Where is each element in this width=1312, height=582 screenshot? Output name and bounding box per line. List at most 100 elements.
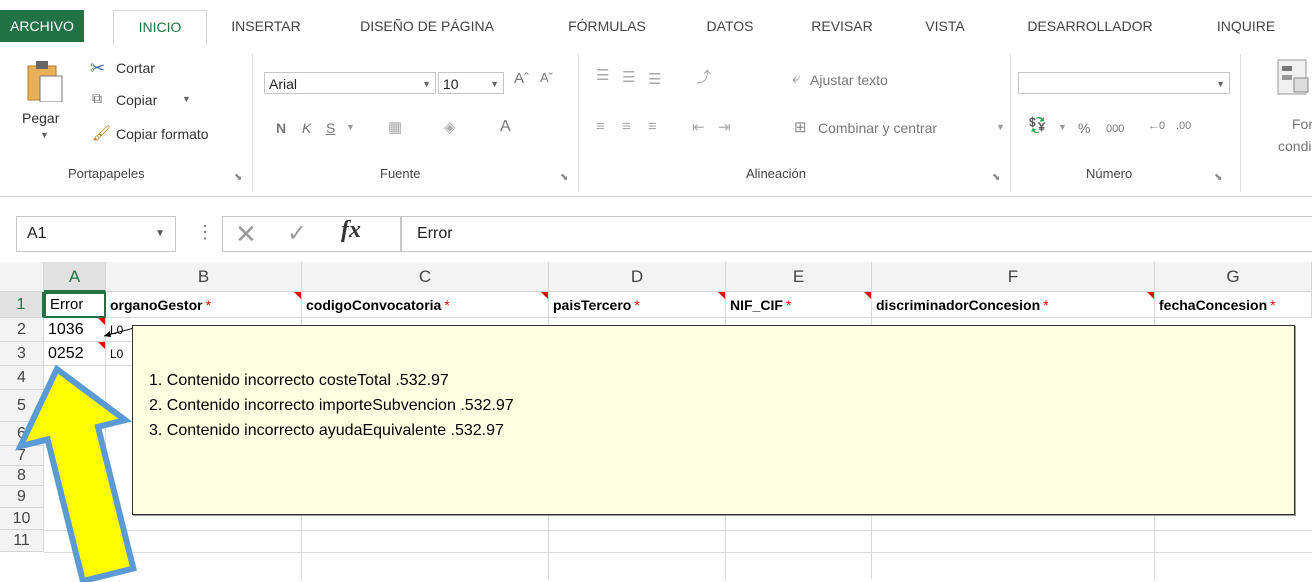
cancel-icon[interactable]: ✕ — [235, 219, 257, 250]
copy-button[interactable]: Copiar — [116, 92, 157, 108]
align-right-icon[interactable]: ≡ — [648, 118, 657, 135]
percent-button[interactable]: % — [1078, 120, 1090, 136]
tab-insertar[interactable]: INSERTAR — [218, 12, 314, 40]
clipboard-launcher-icon[interactable]: ⬊ — [234, 172, 242, 183]
align-bottom-icon[interactable]: ☰ — [648, 70, 661, 88]
divider — [1240, 54, 1241, 192]
cell-d1[interactable]: paisTercero * — [549, 292, 726, 318]
clipboard-group-label: Portapapeles — [68, 166, 145, 181]
paste-button[interactable]: Pegar ▼ — [18, 54, 78, 154]
divider — [1010, 54, 1011, 192]
copy-icon: ⧉ — [92, 90, 102, 106]
shrink-font-icon[interactable]: Aˇ — [540, 70, 553, 85]
comment-line: 1. Contenido incorrecto costeTotal .532.… — [149, 372, 449, 389]
column-header-e[interactable]: E — [726, 262, 872, 292]
borders-icon[interactable]: ▦ — [388, 118, 402, 136]
formula-bar: A1 ▼ ⋮ ✕ ✓ fx Error — [0, 204, 1312, 254]
gridline — [44, 530, 1312, 531]
conditional-format-label-1: Forma — [1292, 116, 1312, 132]
column-header-g[interactable]: G — [1155, 262, 1312, 292]
column-header-d[interactable]: D — [549, 262, 726, 292]
italic-button[interactable]: K — [302, 120, 311, 136]
underline-dropdown-icon[interactable]: ▼ — [346, 122, 355, 132]
tab-inquire[interactable]: INQUIRE — [1196, 12, 1296, 40]
formula-buttons: ✕ ✓ fx — [222, 216, 402, 252]
cell-a2[interactable]: 1036 — [44, 318, 106, 342]
orientation-icon[interactable]: ⤴ — [696, 66, 711, 87]
thousands-button[interactable]: 000 — [1106, 123, 1124, 135]
tab-desarrollador[interactable]: DESARROLLADOR — [1000, 12, 1180, 40]
cell-a1-text: Error — [50, 296, 84, 313]
enter-icon[interactable]: ✓ — [287, 219, 307, 248]
merge-icon: ⊞ — [794, 119, 807, 136]
gridline — [44, 552, 1312, 553]
formula-input[interactable]: Error — [400, 216, 1312, 252]
merge-dropdown-icon[interactable]: ▼ — [996, 122, 1005, 132]
paste-label: Pegar — [22, 110, 60, 126]
cell-e1[interactable]: NIF_CIF * — [726, 292, 872, 318]
bold-button[interactable]: N — [276, 120, 286, 136]
font-color-icon[interactable]: A — [500, 118, 511, 136]
cell-b1[interactable]: organoGestor * — [106, 292, 302, 318]
cell-a1[interactable]: Error — [44, 292, 106, 318]
alignment-launcher-icon[interactable]: ⬊ — [992, 172, 1000, 183]
increase-indent-icon[interactable]: ⇥ — [718, 118, 731, 136]
alignment-group-label: Alineación — [746, 166, 806, 181]
divider — [252, 54, 253, 192]
format-painter-button[interactable]: Copiar formato — [116, 126, 209, 142]
font-launcher-icon[interactable]: ⬊ — [560, 172, 568, 183]
fill-color-icon[interactable]: ◈ — [444, 118, 456, 136]
row-header[interactable]: 1 — [0, 292, 44, 318]
number-format-select[interactable]: ▼ — [1018, 72, 1230, 94]
annotation-arrow-icon — [14, 364, 137, 582]
conditional-format-label-2: condicio — [1278, 138, 1312, 154]
divider — [578, 54, 579, 192]
underline-button[interactable]: S — [326, 120, 335, 136]
font-family-select[interactable]: Arial ▼ — [264, 72, 436, 94]
cell-c1[interactable]: codigoConvocatoria * — [302, 292, 549, 318]
ribbon: Pegar ▼ ✂ Cortar ⧉ Copiar ▼ 🖌 Copiar for… — [0, 46, 1312, 197]
row-header[interactable]: 2 — [0, 318, 44, 342]
select-all-button[interactable] — [0, 262, 44, 292]
cell-g1[interactable]: fechaConcesion * — [1155, 292, 1312, 318]
tab-revisar[interactable]: REVISAR — [790, 12, 894, 40]
align-center-icon[interactable]: ≡ — [622, 118, 631, 135]
align-left-icon[interactable]: ≡ — [596, 118, 605, 135]
decrease-decimal-icon[interactable]: .00 — [1176, 120, 1191, 132]
currency-dropdown-icon[interactable]: ▼ — [1058, 122, 1067, 132]
align-top-icon[interactable]: ☰ — [596, 66, 609, 84]
conditional-format-button[interactable]: Forma condicio — [1250, 54, 1312, 154]
function-icon[interactable]: fx — [341, 217, 361, 244]
tab-diseno-pagina[interactable]: DISEÑO DE PÁGINA — [332, 12, 522, 40]
comment-popup: 1. Contenido incorrecto costeTotal .532.… — [132, 325, 1295, 515]
column-header-b[interactable]: B — [106, 262, 302, 292]
clipboard-icon — [27, 61, 63, 102]
grow-font-icon[interactable]: Aˆ — [514, 70, 529, 87]
column-header-c[interactable]: C — [302, 262, 549, 292]
tab-inicio[interactable]: INICIO — [113, 10, 207, 46]
tab-datos[interactable]: DATOS — [690, 12, 770, 40]
copy-dropdown-icon[interactable]: ▼ — [182, 94, 191, 104]
column-header-f[interactable]: F — [872, 262, 1155, 292]
tab-archivo[interactable]: ARCHIVO — [0, 10, 84, 42]
currency-icon[interactable]: 💱 — [1028, 116, 1047, 134]
number-launcher-icon[interactable]: ⬊ — [1214, 172, 1222, 183]
align-middle-icon[interactable]: ☰ — [622, 68, 635, 86]
wrap-text-button[interactable]: Ajustar texto — [810, 72, 888, 88]
cut-button[interactable]: Cortar — [116, 60, 155, 76]
tab-vista[interactable]: VISTA — [908, 12, 982, 40]
brush-icon: 🖌 — [92, 125, 112, 142]
name-box[interactable]: A1 ▼ — [16, 216, 176, 252]
ribbon-tabs: ARCHIVO INICIO INSERTAR DISEÑO DE PÁGINA… — [0, 0, 1312, 47]
comment-line: 3. Contenido incorrecto ayudaEquivalente… — [149, 422, 504, 439]
font-size-select[interactable]: 10 ▼ — [438, 72, 504, 94]
tab-formulas[interactable]: FÓRMULAS — [545, 12, 669, 40]
column-header-a[interactable]: A — [44, 262, 106, 292]
more-options-icon: ⋮ — [196, 222, 214, 242]
chevron-down-icon: ▼ — [40, 130, 49, 140]
merge-center-button[interactable]: Combinar y centrar — [818, 120, 937, 136]
decrease-indent-icon[interactable]: ⇤ — [692, 118, 705, 136]
conditional-format-icon — [1277, 59, 1309, 95]
increase-decimal-icon[interactable]: ←0 — [1148, 120, 1165, 132]
cell-f1[interactable]: discriminadorConcesion * — [872, 292, 1155, 318]
